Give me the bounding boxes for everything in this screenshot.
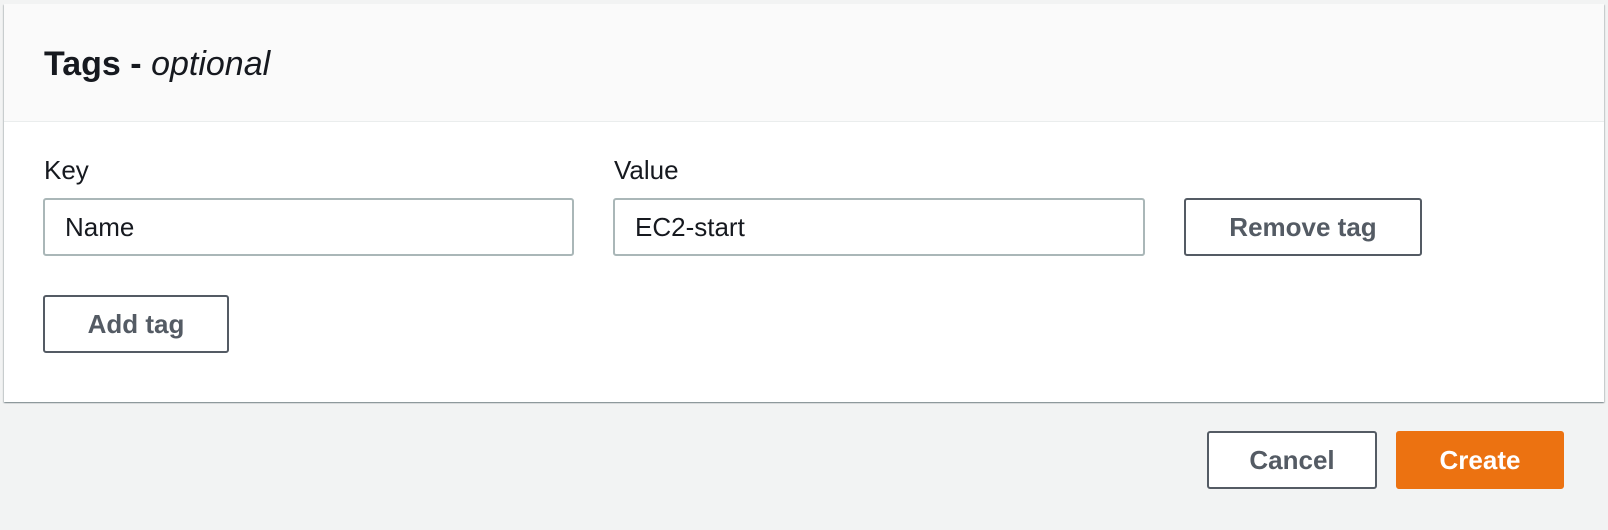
create-button[interactable]: Create: [1396, 431, 1564, 489]
panel-title: Tags - optional: [44, 44, 270, 84]
remove-tag-button[interactable]: Remove tag: [1184, 198, 1422, 256]
tag-value-input[interactable]: [613, 198, 1145, 256]
cancel-button[interactable]: Cancel: [1207, 431, 1377, 489]
panel-title-optional: optional: [151, 45, 271, 83]
panel-title-text: Tags -: [44, 45, 142, 83]
tag-key-input[interactable]: [43, 198, 574, 256]
value-label: Value: [614, 155, 679, 185]
tags-panel: Tags - optional Key Value Remove tag Add…: [4, 4, 1604, 402]
key-label: Key: [44, 155, 89, 185]
panel-header: Tags - optional: [4, 4, 1604, 122]
add-tag-button[interactable]: Add tag: [43, 295, 229, 353]
